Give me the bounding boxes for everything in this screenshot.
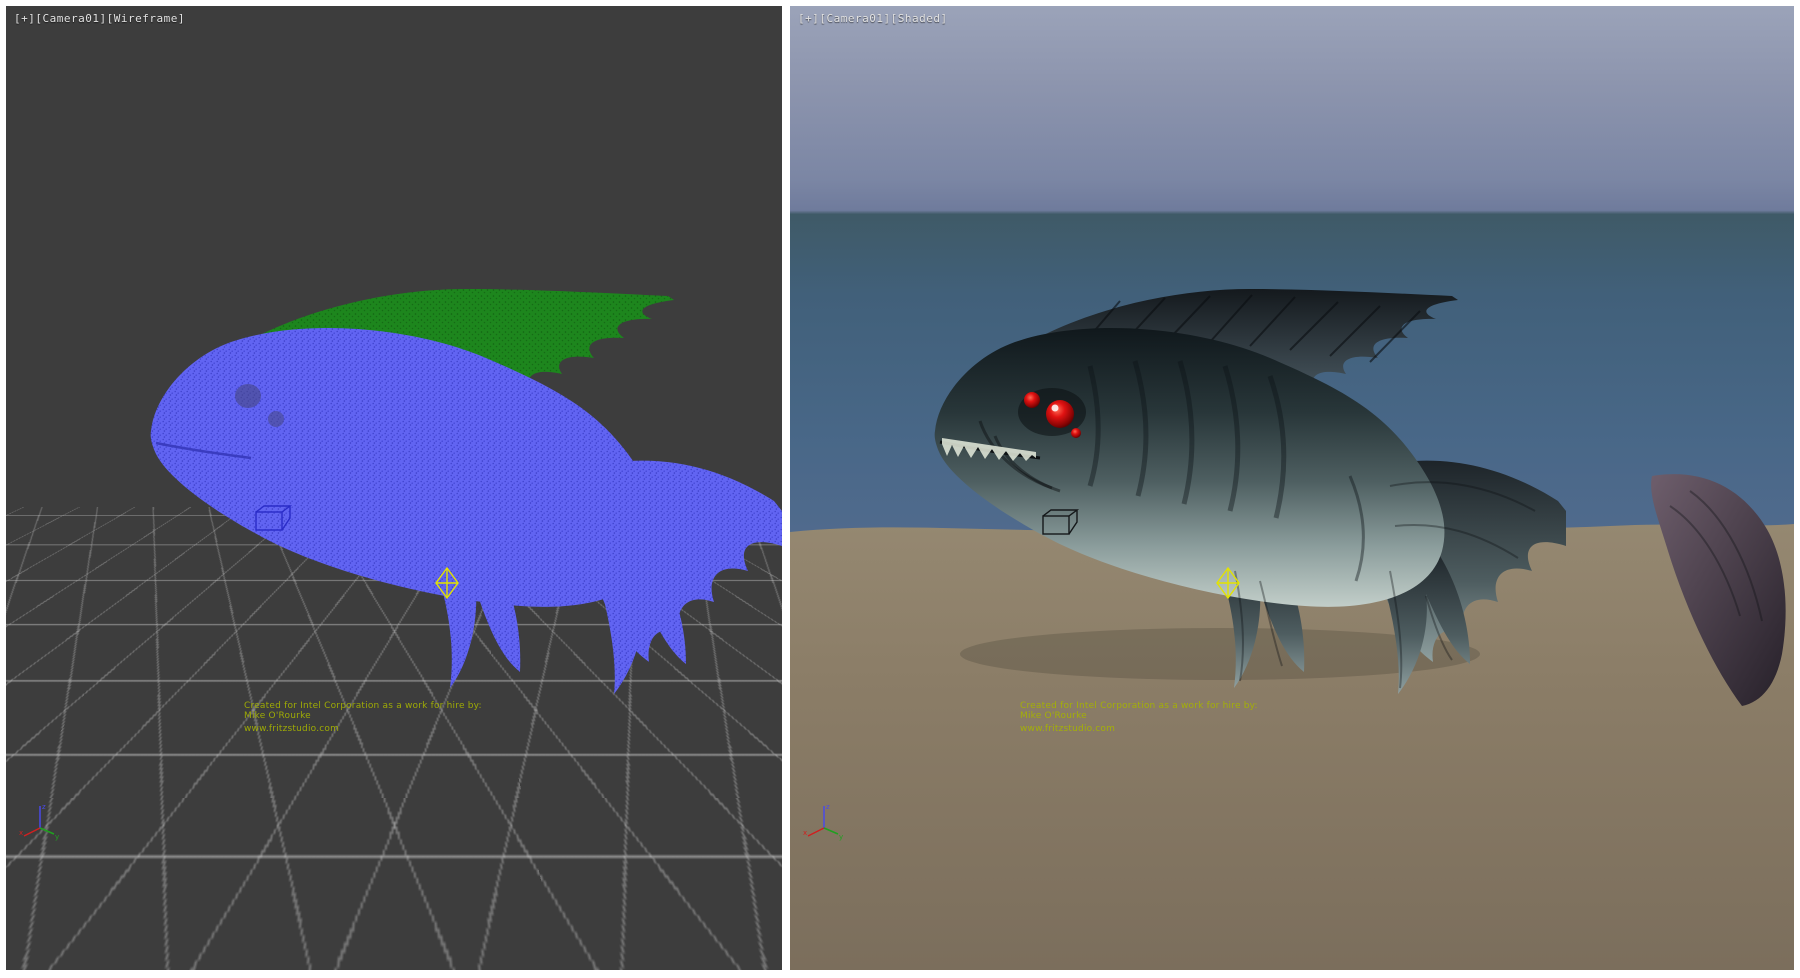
- scene-wireframe: [6, 6, 782, 970]
- axis-x-label: x: [803, 829, 807, 837]
- axis-y-label: y: [55, 833, 59, 841]
- axis-y-label: y: [839, 833, 843, 841]
- watermark-line-2: Mike O'Rourke: [1020, 711, 1258, 721]
- axis-z-label: z: [826, 803, 830, 811]
- world-axis-gizmo: z x y: [802, 798, 846, 842]
- world-axis-gizmo: z x y: [18, 798, 62, 842]
- fish-eye-second: [1024, 392, 1040, 408]
- fish-body: [151, 328, 661, 607]
- axis-x: [808, 828, 824, 836]
- watermark-line-3: www.fritzstudio.com: [244, 724, 482, 734]
- watermark-line-1: Created for Intel Corporation as a work …: [244, 701, 482, 711]
- axis-x-label: x: [19, 829, 23, 837]
- fish-eye-left: [235, 384, 261, 408]
- viewport-label[interactable]: [+][Camera01][Shaded]: [798, 12, 948, 25]
- eye-highlight: [1052, 405, 1059, 412]
- watermark-line-3: www.fritzstudio.com: [1020, 724, 1258, 734]
- scene-shaded: [790, 6, 1794, 970]
- viewport-wireframe[interactable]: [+][Camera01][Wireframe] Created for Int…: [6, 6, 782, 970]
- fish-eye-main: [1046, 400, 1074, 428]
- axis-y: [40, 828, 54, 834]
- watermark: Created for Intel Corporation as a work …: [1020, 701, 1258, 734]
- watermark-line-1: Created for Intel Corporation as a work …: [1020, 701, 1258, 711]
- viewport-label[interactable]: [+][Camera01][Wireframe]: [14, 12, 185, 25]
- fish-eye-small: [268, 411, 284, 427]
- watermark-line-2: Mike O'Rourke: [244, 711, 482, 721]
- axis-z-label: z: [42, 803, 46, 811]
- viewport-layout: [+][Camera01][Wireframe] Created for Int…: [0, 0, 1800, 978]
- watermark: Created for Intel Corporation as a work …: [244, 701, 482, 734]
- axis-y: [824, 828, 838, 834]
- fish-model-wireframe[interactable]: [151, 289, 782, 694]
- viewport-shaded[interactable]: [+][Camera01][Shaded] Created for Intel …: [790, 6, 1794, 970]
- axis-x: [24, 828, 40, 836]
- fish-eye-third: [1071, 428, 1081, 438]
